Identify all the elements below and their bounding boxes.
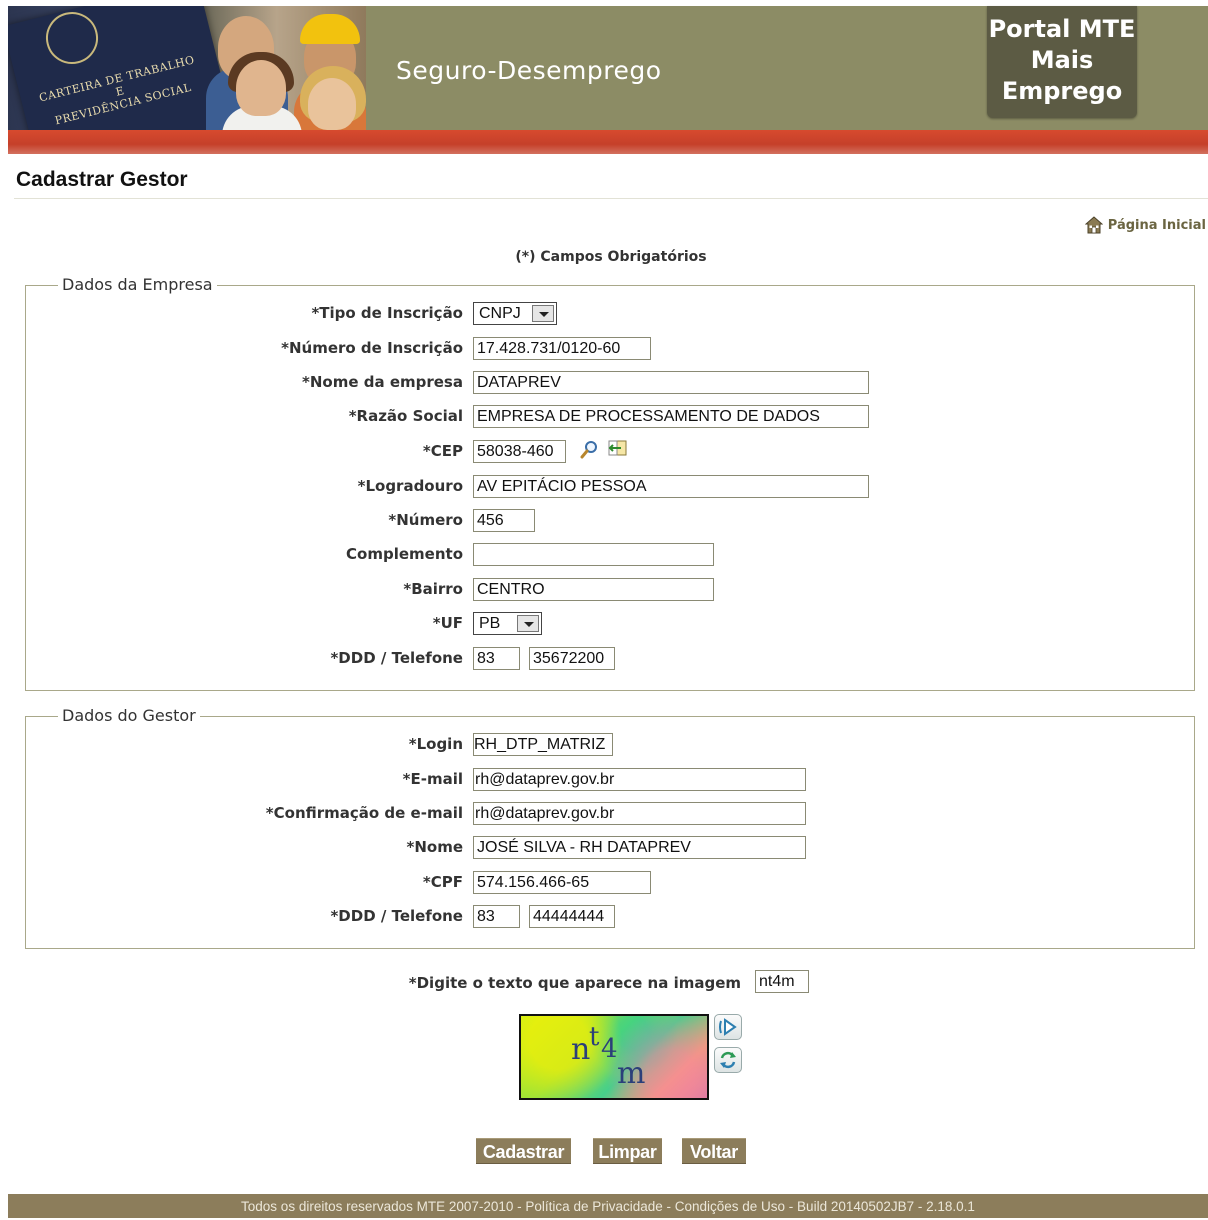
home-link-label: Página Inicial xyxy=(1107,217,1206,233)
nome-gestor-label: *Nome xyxy=(406,838,463,856)
manager-data-legend: Dados do Gestor xyxy=(58,706,200,725)
header-accent-bar xyxy=(8,130,1208,154)
email-confirmation-input[interactable]: rh@dataprev.gov.br xyxy=(473,802,806,825)
limpar-button[interactable]: Limpar xyxy=(593,1138,662,1164)
young-woman-photo xyxy=(308,78,356,130)
chevron-down-icon[interactable] xyxy=(532,305,554,322)
razao-social-label: *Razão Social xyxy=(348,407,463,425)
numero-inscricao-label: *Número de Inscrição xyxy=(281,339,463,357)
cpf-label: *CPF xyxy=(422,873,463,891)
portal-mte-link[interactable]: Portal MTE Mais Emprego xyxy=(987,6,1137,118)
footer: Todos os direitos reservados MTE 2007-20… xyxy=(8,1194,1208,1218)
captcha-audio-button[interactable] xyxy=(714,1014,742,1040)
logradouro-label: *Logradouro xyxy=(357,477,463,495)
nome-empresa-input[interactable]: DATAPREV xyxy=(473,371,869,394)
header-title: Seguro-Desemprego xyxy=(396,56,662,85)
cep-input[interactable]: 58038-460 xyxy=(473,440,566,463)
magnifier-icon[interactable] xyxy=(579,440,599,460)
nome-gestor-input[interactable]: JOSÉ SILVA - RH DATAPREV xyxy=(473,836,806,859)
telefone-gestor-label: *DDD / Telefone xyxy=(330,907,463,925)
uf-select[interactable]: PB xyxy=(473,612,542,635)
footer-text: Todos os direitos reservados MTE 2007-20… xyxy=(241,1199,975,1214)
numero-inscricao-input[interactable]: 17.428.731/0120-60 xyxy=(473,337,651,360)
captcha-refresh-button[interactable] xyxy=(714,1047,742,1073)
ddd-gestor-input[interactable]: 83 xyxy=(473,905,520,928)
company-data-fieldset: Dados da Empresa *Tipo de Inscrição CNPJ… xyxy=(25,275,1195,691)
numero-input[interactable]: 456 xyxy=(473,509,535,532)
complemento-input[interactable] xyxy=(473,543,714,566)
cadastrar-button[interactable]: Cadastrar xyxy=(476,1138,571,1164)
manager-data-fieldset: Dados do Gestor *Login RH_DTP_MATRIZ *E-… xyxy=(25,706,1195,949)
ddd-empresa-input[interactable]: 83 xyxy=(473,647,520,670)
numero-label: *Número xyxy=(388,511,463,529)
tipo-inscricao-select[interactable]: CNPJ xyxy=(473,302,557,325)
uf-value: PB xyxy=(479,615,501,632)
logradouro-input[interactable]: AV EPITÁCIO PESSOA xyxy=(473,475,869,498)
email-confirmation-label: *Confirmação de e-mail xyxy=(265,804,463,822)
page-title: Cadastrar Gestor xyxy=(16,168,188,191)
captcha-input[interactable]: nt4m xyxy=(755,970,809,993)
home-icon xyxy=(1084,216,1103,234)
bairro-label: *Bairro xyxy=(403,580,463,598)
site-header: CARTEIRA DE TRABALHO E PREVIDÊNCIA SOCIA… xyxy=(8,6,1208,130)
nome-empresa-label: *Nome da empresa xyxy=(302,373,463,391)
hard-hat xyxy=(300,14,360,44)
telefone-empresa-input[interactable]: 35672200 xyxy=(529,647,615,670)
captcha-char: m xyxy=(617,1056,646,1091)
bairro-input[interactable]: CENTRO xyxy=(473,578,714,601)
telefone-empresa-label: *DDD / Telefone xyxy=(330,649,463,667)
header-banner-photo: CARTEIRA DE TRABALHO E PREVIDÊNCIA SOCIA… xyxy=(8,6,366,130)
company-data-legend: Dados da Empresa xyxy=(58,275,217,294)
login-label: *Login xyxy=(408,735,463,753)
title-divider xyxy=(14,198,1208,199)
cpf-input[interactable]: 574.156.466-65 xyxy=(473,871,651,894)
complemento-label: Complemento xyxy=(346,545,463,563)
uf-label: *UF xyxy=(432,614,463,632)
tipo-inscricao-value: CNPJ xyxy=(479,305,521,322)
captcha-image: n t 4 m xyxy=(519,1014,709,1100)
captcha-char: n xyxy=(571,1032,591,1067)
email-input[interactable]: rh@dataprev.gov.br xyxy=(473,768,806,791)
cep-label: *CEP xyxy=(422,442,463,460)
address-import-icon[interactable] xyxy=(608,438,628,458)
captcha-char: 4 xyxy=(601,1034,618,1064)
captcha-char: t xyxy=(589,1022,600,1052)
telefone-gestor-input[interactable]: 44444444 xyxy=(529,905,615,928)
captcha-label: *Digite o texto que aparece na imagem xyxy=(408,974,741,992)
razao-social-input[interactable]: EMPRESA DE PROCESSAMENTO DE DADOS xyxy=(473,405,869,428)
email-label: *E-mail xyxy=(402,770,463,788)
refresh-icon xyxy=(720,1051,736,1069)
home-link[interactable]: Página Inicial xyxy=(1084,216,1206,234)
login-input[interactable]: RH_DTP_MATRIZ xyxy=(473,733,613,756)
tipo-inscricao-label: *Tipo de Inscrição xyxy=(311,304,463,322)
speaker-icon xyxy=(719,1018,737,1036)
voltar-button[interactable]: Voltar xyxy=(682,1138,746,1164)
chevron-down-icon[interactable] xyxy=(517,615,539,632)
required-fields-note: (*) Campos Obrigatórios xyxy=(515,249,707,265)
doctor-photo xyxy=(236,60,286,116)
